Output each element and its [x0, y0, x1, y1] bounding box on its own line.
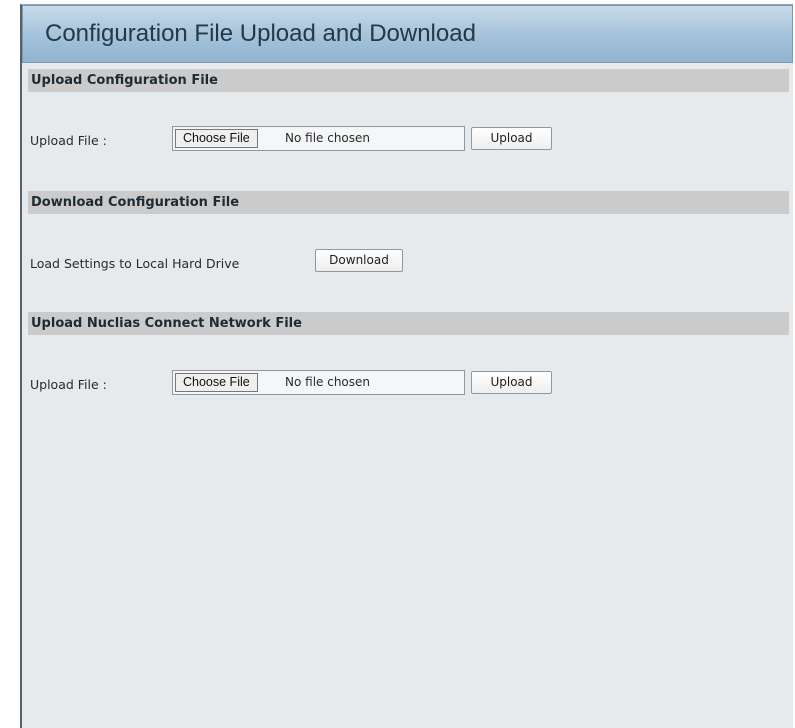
- upload-config-choose-file-button[interactable]: Choose File: [175, 129, 258, 148]
- page-title: Configuration File Upload and Download: [45, 20, 476, 47]
- upload-nuclias-label: Upload File :: [30, 377, 107, 392]
- config-panel: Configuration File Upload and Download U…: [20, 4, 793, 728]
- title-bar: Configuration File Upload and Download: [22, 5, 793, 63]
- upload-nuclias-file-input[interactable]: Choose File No file chosen: [172, 370, 465, 395]
- upload-nuclias-upload-button[interactable]: Upload: [471, 371, 552, 394]
- upload-nuclias-header: Upload Nuclias Connect Network File: [28, 312, 789, 335]
- download-config-label: Load Settings to Local Hard Drive: [30, 256, 240, 271]
- download-config-header: Download Configuration File: [28, 191, 789, 214]
- upload-config-header: Upload Configuration File: [28, 69, 789, 92]
- upload-nuclias-choose-file-button[interactable]: Choose File: [175, 373, 258, 392]
- upload-config-file-input[interactable]: Choose File No file chosen: [172, 126, 465, 151]
- upload-config-label: Upload File :: [30, 133, 107, 148]
- upload-nuclias-file-status: No file chosen: [285, 375, 371, 389]
- upload-config-upload-button[interactable]: Upload: [471, 127, 552, 150]
- download-button[interactable]: Download: [315, 249, 403, 272]
- upload-config-file-status: No file chosen: [285, 131, 371, 145]
